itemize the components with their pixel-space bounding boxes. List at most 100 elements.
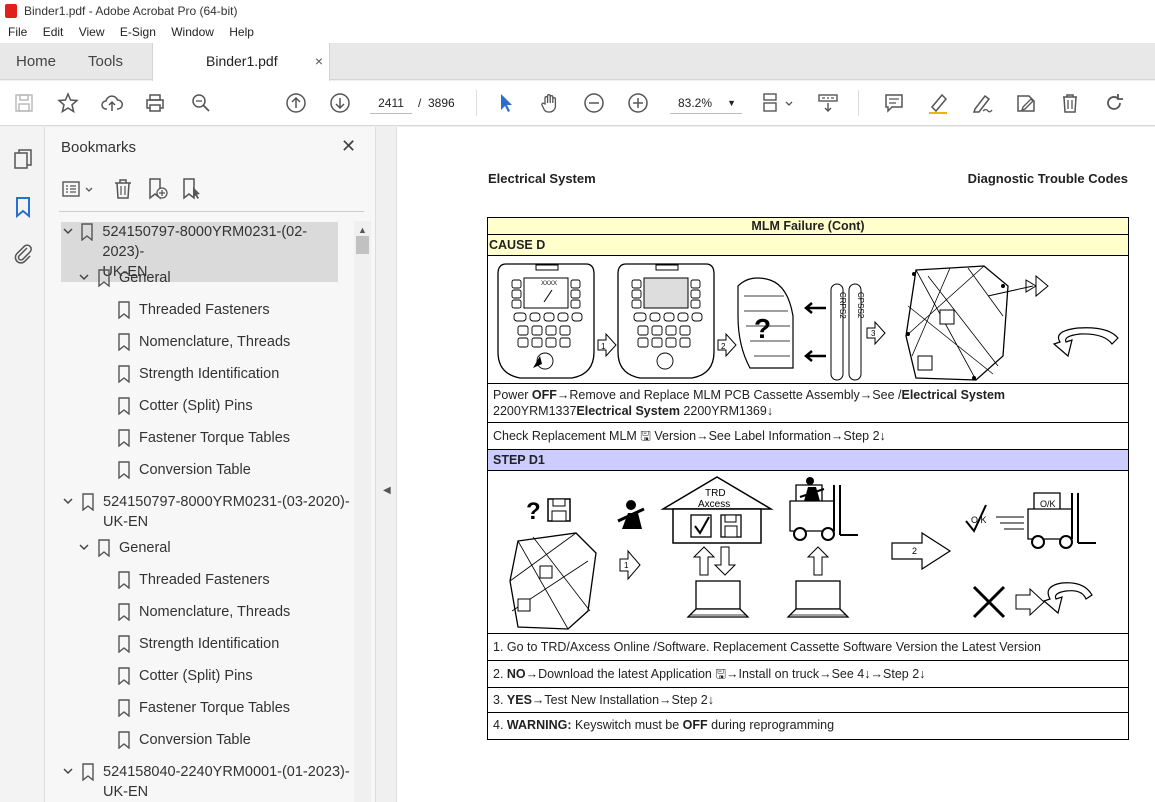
- bookmark-spacer: [97, 666, 111, 686]
- bookmark-item[interactable]: Conversion Table: [97, 460, 251, 480]
- chevron-down-icon[interactable]: [61, 492, 75, 512]
- star-icon[interactable]: [56, 91, 80, 115]
- chevron-down-icon: ▼: [727, 98, 736, 108]
- bookmark-item[interactable]: Strength Identification: [97, 364, 279, 384]
- bookmark-item[interactable]: 524150797-8000YRM0231-(03-2020)- UK-EN: [61, 492, 350, 532]
- bookmark-label: Fastener Torque Tables: [139, 700, 291, 716]
- diagnostic-table: MLM Failure (Cont) CAUSE D XXXX 1 2 ? CR…: [487, 217, 1129, 740]
- check-instruction: Check Replacement MLM 🖫 Version→See Labe…: [488, 423, 1128, 450]
- menu-esign[interactable]: E-Sign: [114, 22, 162, 43]
- bookmark-item[interactable]: 524158040-2240YRM0001-(01-2023)- UK-EN: [61, 762, 350, 802]
- draw-sign-icon[interactable]: [970, 91, 994, 115]
- tab-home[interactable]: Home: [16, 43, 56, 80]
- comment-icon[interactable]: [882, 91, 906, 115]
- bookmark-item[interactable]: Nomenclature, Threads: [97, 332, 290, 352]
- bookmark-item[interactable]: Fastener Torque Tables: [97, 698, 290, 718]
- step-line-text: →Download the latest Application 🖫→Insta…: [525, 667, 926, 681]
- menu-file[interactable]: File: [0, 22, 33, 43]
- chevron-down-icon[interactable]: [61, 762, 75, 782]
- attachment-paperclip-icon[interactable]: [11, 241, 35, 265]
- bookmark-item[interactable]: Strength Identification: [97, 634, 279, 654]
- bookmark-item[interactable]: Cotter (Split) Pins: [97, 396, 253, 416]
- collapse-panel-icon[interactable]: ◀: [383, 485, 391, 496]
- left-rail: [0, 127, 45, 802]
- bookmark-spacer: [97, 602, 111, 622]
- tab-close-icon[interactable]: ×: [315, 43, 323, 80]
- tab-document-label: Binder1.pdf: [206, 53, 278, 69]
- delete-bookmark-icon[interactable]: [111, 177, 135, 201]
- bookmark-item[interactable]: Cotter (Split) Pins: [97, 666, 253, 686]
- menu-help[interactable]: Help: [223, 22, 260, 43]
- acrobat-app-icon: [5, 4, 17, 18]
- highlight-pen-icon[interactable]: [926, 91, 950, 115]
- bookmark-icon: [117, 667, 131, 686]
- chevron-down-icon[interactable]: [61, 222, 74, 242]
- bookmark-label-line: UK-EN: [103, 784, 149, 800]
- bookmark-spacer: [97, 570, 111, 590]
- bookmark-item[interactable]: Conversion Table: [97, 730, 251, 750]
- bookmark-options-icon[interactable]: [61, 177, 97, 201]
- page-total: 3896: [428, 96, 455, 110]
- cause-link-electrical[interactable]: Electrical System: [576, 404, 680, 418]
- bookmark-item[interactable]: General: [77, 268, 171, 288]
- page-up-icon[interactable]: [284, 91, 308, 115]
- tab-document[interactable]: Binder1.pdf ×: [152, 43, 330, 81]
- bookmark-panel-icon[interactable]: [11, 195, 35, 219]
- floppy-disk-icon: [547, 498, 571, 522]
- bookmark-icon: [97, 539, 111, 558]
- bookmark-icon: [117, 731, 131, 750]
- scroll-mode-icon[interactable]: [816, 91, 840, 115]
- rotate-redo-icon[interactable]: [1102, 91, 1126, 115]
- bookmark-label-line: 524150797-8000YRM0231-(02-2023)-: [102, 224, 308, 260]
- select-cursor-icon[interactable]: [494, 91, 518, 115]
- chevron-down-icon[interactable]: [77, 268, 91, 288]
- window-title: Binder1.pdf - Adobe Acrobat Pro (64-bit): [24, 4, 238, 18]
- step-number-2: 2: [912, 546, 917, 556]
- bookmark-icon: [117, 397, 131, 416]
- bookmark-label-line: UK-EN: [103, 514, 149, 530]
- hand-tool-icon[interactable]: [538, 91, 562, 115]
- scroll-up-icon[interactable]: ▲: [358, 225, 367, 235]
- chevron-down-icon[interactable]: [77, 538, 91, 558]
- bookmark-item[interactable]: Fastener Torque Tables: [97, 428, 290, 448]
- bookmark-icon: [117, 603, 131, 622]
- zoom-select[interactable]: 83.2% ▼: [670, 92, 742, 114]
- page-thumbnails-icon[interactable]: [11, 147, 35, 171]
- upload-cloud-icon[interactable]: [100, 91, 124, 115]
- bookmark-tree: 524150797-8000YRM0231-(02-2023)- UK-EN Gen…: [45, 217, 355, 802]
- fill-sign-icon[interactable]: [1014, 91, 1038, 115]
- page-down-icon[interactable]: [328, 91, 352, 115]
- trd-axcess-house-icon: [660, 476, 774, 544]
- bookmark-item[interactable]: Nomenclature, Threads: [97, 602, 290, 622]
- step-line-1: 1. Go to TRD/Axcess Online /Software. Re…: [488, 634, 1128, 661]
- document-viewport[interactable]: Electrical System Diagnostic Trouble Cod…: [397, 127, 1155, 802]
- zoom-out-icon[interactable]: [582, 91, 606, 115]
- new-bookmark-icon[interactable]: [145, 177, 169, 201]
- zoom-search-icon[interactable]: [189, 91, 213, 115]
- bookmark-label: Nomenclature, Threads: [139, 334, 291, 350]
- bookmarks-scrollbar[interactable]: ▲: [354, 221, 371, 802]
- bookmark-item[interactable]: General: [77, 538, 171, 558]
- trd-label: TRD: [705, 488, 726, 499]
- bookmark-item[interactable]: Threaded Fasteners: [97, 570, 270, 590]
- zoom-in-icon[interactable]: [626, 91, 650, 115]
- panel-splitter[interactable]: ◀: [375, 127, 397, 802]
- menu-view[interactable]: View: [73, 22, 111, 43]
- menu-edit[interactable]: Edit: [37, 22, 70, 43]
- cause-link-electrical[interactable]: Electrical System: [902, 388, 1006, 402]
- save-icon[interactable]: [12, 91, 36, 115]
- page-number-input[interactable]: 2411: [370, 92, 412, 114]
- tab-tools[interactable]: Tools: [88, 43, 123, 80]
- toolbar-divider: [476, 90, 477, 116]
- menu-window[interactable]: Window: [165, 22, 220, 43]
- keypad-illustration: [617, 263, 715, 379]
- bookmark-from-selection-icon[interactable]: [179, 177, 203, 201]
- print-icon[interactable]: [143, 91, 167, 115]
- bookmark-item[interactable]: Threaded Fasteners: [97, 300, 270, 320]
- close-panel-icon[interactable]: ✕: [341, 136, 356, 157]
- axcess-label: Axcess: [698, 499, 730, 510]
- delete-trash-icon[interactable]: [1058, 91, 1082, 115]
- page-fit-icon[interactable]: [760, 91, 796, 115]
- scrollbar-thumb[interactable]: [356, 236, 369, 254]
- bookmark-label: General: [119, 270, 171, 286]
